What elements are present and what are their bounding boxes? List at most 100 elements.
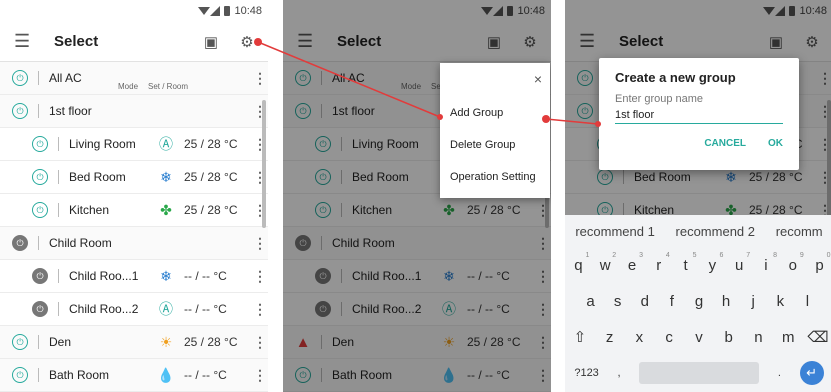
key-n[interactable]: n — [747, 329, 769, 346]
key-label: t — [683, 256, 688, 274]
key-y[interactable]: y6 — [701, 252, 724, 274]
key-z[interactable]: z — [599, 329, 621, 346]
key-w[interactable]: w2 — [594, 252, 616, 274]
key-label: u — [735, 256, 744, 274]
kebab-menu-icon[interactable]: ⋮ — [252, 334, 268, 351]
key-g[interactable]: g — [688, 293, 710, 310]
schedule-icon[interactable]: ▣ — [198, 29, 224, 55]
key-r[interactable]: r4 — [648, 252, 670, 274]
space-key[interactable] — [639, 362, 760, 384]
menu-icon[interactable]: ☰ — [14, 31, 44, 52]
kebab-menu-icon[interactable]: ⋮ — [252, 268, 268, 285]
key-number-hint: 3 — [639, 251, 643, 259]
group-name-input[interactable]: 1st floor — [615, 109, 783, 124]
backspace-icon[interactable]: ⌫ — [807, 328, 829, 346]
phone-screen-2: 10:48☰Select▣⚙⏻All AC⋮ModeSet / Room⏻1st… — [283, 0, 551, 392]
gear-icon[interactable]: ⚙ — [234, 29, 260, 55]
key-j[interactable]: j — [742, 293, 764, 310]
set-room-value: -- / -- °C — [184, 269, 227, 283]
set-room-value: 25 / 28 °C — [184, 203, 238, 217]
divider — [58, 203, 59, 217]
key-k[interactable]: k — [769, 293, 791, 310]
power-toggle[interactable]: ⏻ — [32, 202, 48, 218]
kebab-menu-icon[interactable]: ⋮ — [252, 70, 268, 87]
unit-row[interactable]: ⏻Bed Room❄25 / 28 °C⋮ — [0, 161, 268, 194]
soft-keyboard: recommend 1 recommend 2 recomm q 1 w 2 e 3 r 4 t 5 y 6… — [565, 215, 831, 392]
key-v[interactable]: v — [688, 329, 710, 346]
set-room-value: 25 / 28 °C — [184, 137, 238, 151]
power-toggle[interactable]: ⏻ — [32, 268, 48, 284]
period-key[interactable]: . — [778, 367, 781, 379]
kebab-menu-icon[interactable]: ⋮ — [252, 301, 268, 318]
key-u[interactable]: u7 — [728, 252, 750, 274]
key-i[interactable]: i8 — [755, 252, 777, 274]
cool-mode-icon: ❄ — [160, 267, 172, 284]
unit-row[interactable]: ⏻Living RoomⒶ25 / 28 °C⋮ — [0, 128, 268, 161]
suggestion-2[interactable]: recomm — [776, 224, 823, 239]
dry-mode-icon: 💧 — [157, 366, 175, 383]
key-d[interactable]: d — [634, 293, 656, 310]
row-name: Bath Room — [49, 368, 110, 382]
power-toggle[interactable]: ⏻ — [32, 136, 48, 152]
enter-icon[interactable]: ↵ — [799, 361, 824, 385]
close-icon[interactable]: × — [534, 71, 542, 87]
key-h[interactable]: h — [715, 293, 737, 310]
key-e[interactable]: e3 — [621, 252, 643, 274]
scrollbar[interactable] — [262, 100, 266, 228]
kebab-menu-icon[interactable]: ⋮ — [252, 367, 268, 384]
keyboard-row-1: q1w2e3r4t5y6u7i8o9p0 — [565, 247, 831, 283]
cancel-button[interactable]: CANCEL — [704, 138, 746, 149]
key-l[interactable]: l — [796, 293, 818, 310]
power-toggle[interactable]: ⏻ — [32, 301, 48, 317]
cool-mode-icon: ❄ — [160, 168, 172, 185]
group-row[interactable]: ⏻ Den ☀ 25 / 28 °C ⋮ — [0, 326, 268, 359]
ok-button[interactable]: OK — [768, 138, 783, 149]
power-toggle[interactable]: ⏻ — [32, 169, 48, 185]
kebab-menu-icon[interactable]: ⋮ — [252, 235, 268, 252]
key-p[interactable]: p0 — [809, 252, 830, 274]
unit-row[interactable]: ⏻ Kitchen ✤ 25 / 28 °C ⋮ — [0, 194, 268, 227]
power-toggle[interactable]: ⏻ — [12, 103, 28, 119]
key-number-hint: 0 — [826, 251, 831, 259]
comma-key[interactable]: , — [617, 367, 620, 379]
power-toggle[interactable]: ⏻ — [12, 367, 28, 383]
divider — [58, 269, 59, 283]
symbols-key[interactable]: ?123 — [574, 367, 598, 379]
group-row[interactable]: ⏻1st floor⋮ — [0, 95, 268, 128]
suggestion-bar: recommend 1 recommend 2 recomm — [565, 215, 831, 247]
power-toggle[interactable]: ⏻ — [12, 235, 28, 251]
fan-mode-icon: ✤ — [160, 201, 172, 218]
key-x[interactable]: x — [628, 329, 650, 346]
group-row[interactable]: ⏻ Child Room ⋮ — [0, 227, 268, 260]
key-t[interactable]: t5 — [675, 252, 696, 274]
divider — [58, 170, 59, 184]
popup-item-0[interactable]: Add Group — [450, 107, 503, 119]
group-row[interactable]: ⏻ Bath Room 💧 -- / -- °C ⋮ — [0, 359, 268, 392]
key-number-hint: 5 — [692, 251, 697, 259]
key-label: q — [574, 256, 583, 274]
shift-icon[interactable]: ⇧ — [569, 328, 591, 346]
key-number-hint: 7 — [746, 251, 751, 259]
key-c[interactable]: c — [658, 329, 680, 346]
row-name: Bed Room — [69, 170, 126, 184]
row-name: Child Roo...1 — [69, 269, 139, 283]
divider — [38, 335, 39, 349]
key-s[interactable]: s — [607, 293, 629, 310]
key-b[interactable]: b — [718, 329, 740, 346]
key-a[interactable]: a — [580, 293, 602, 310]
key-q[interactable]: q1 — [567, 252, 589, 274]
unit-row[interactable]: ⏻ Child Roo...1 ❄ -- / -- °C ⋮ — [0, 260, 268, 293]
key-m[interactable]: m — [777, 329, 799, 346]
key-number-hint: 9 — [799, 251, 804, 259]
suggestion-0[interactable]: recommend 1 — [575, 224, 654, 239]
key-f[interactable]: f — [661, 293, 683, 310]
power-toggle[interactable]: ⏻ — [12, 334, 28, 350]
suggestion-1[interactable]: recommend 2 — [676, 224, 755, 239]
group-row[interactable]: ⏻All AC⋮ModeSet / Room — [0, 62, 268, 95]
key-o[interactable]: o9 — [782, 252, 804, 274]
popup-item-2[interactable]: Operation Setting — [450, 171, 536, 183]
set-room-value: 25 / 28 °C — [184, 335, 238, 349]
popup-item-1[interactable]: Delete Group — [450, 139, 515, 151]
power-toggle[interactable]: ⏻ — [12, 70, 28, 86]
unit-row[interactable]: ⏻ Child Roo...2 Ⓐ -- / -- °C ⋮ — [0, 293, 268, 326]
